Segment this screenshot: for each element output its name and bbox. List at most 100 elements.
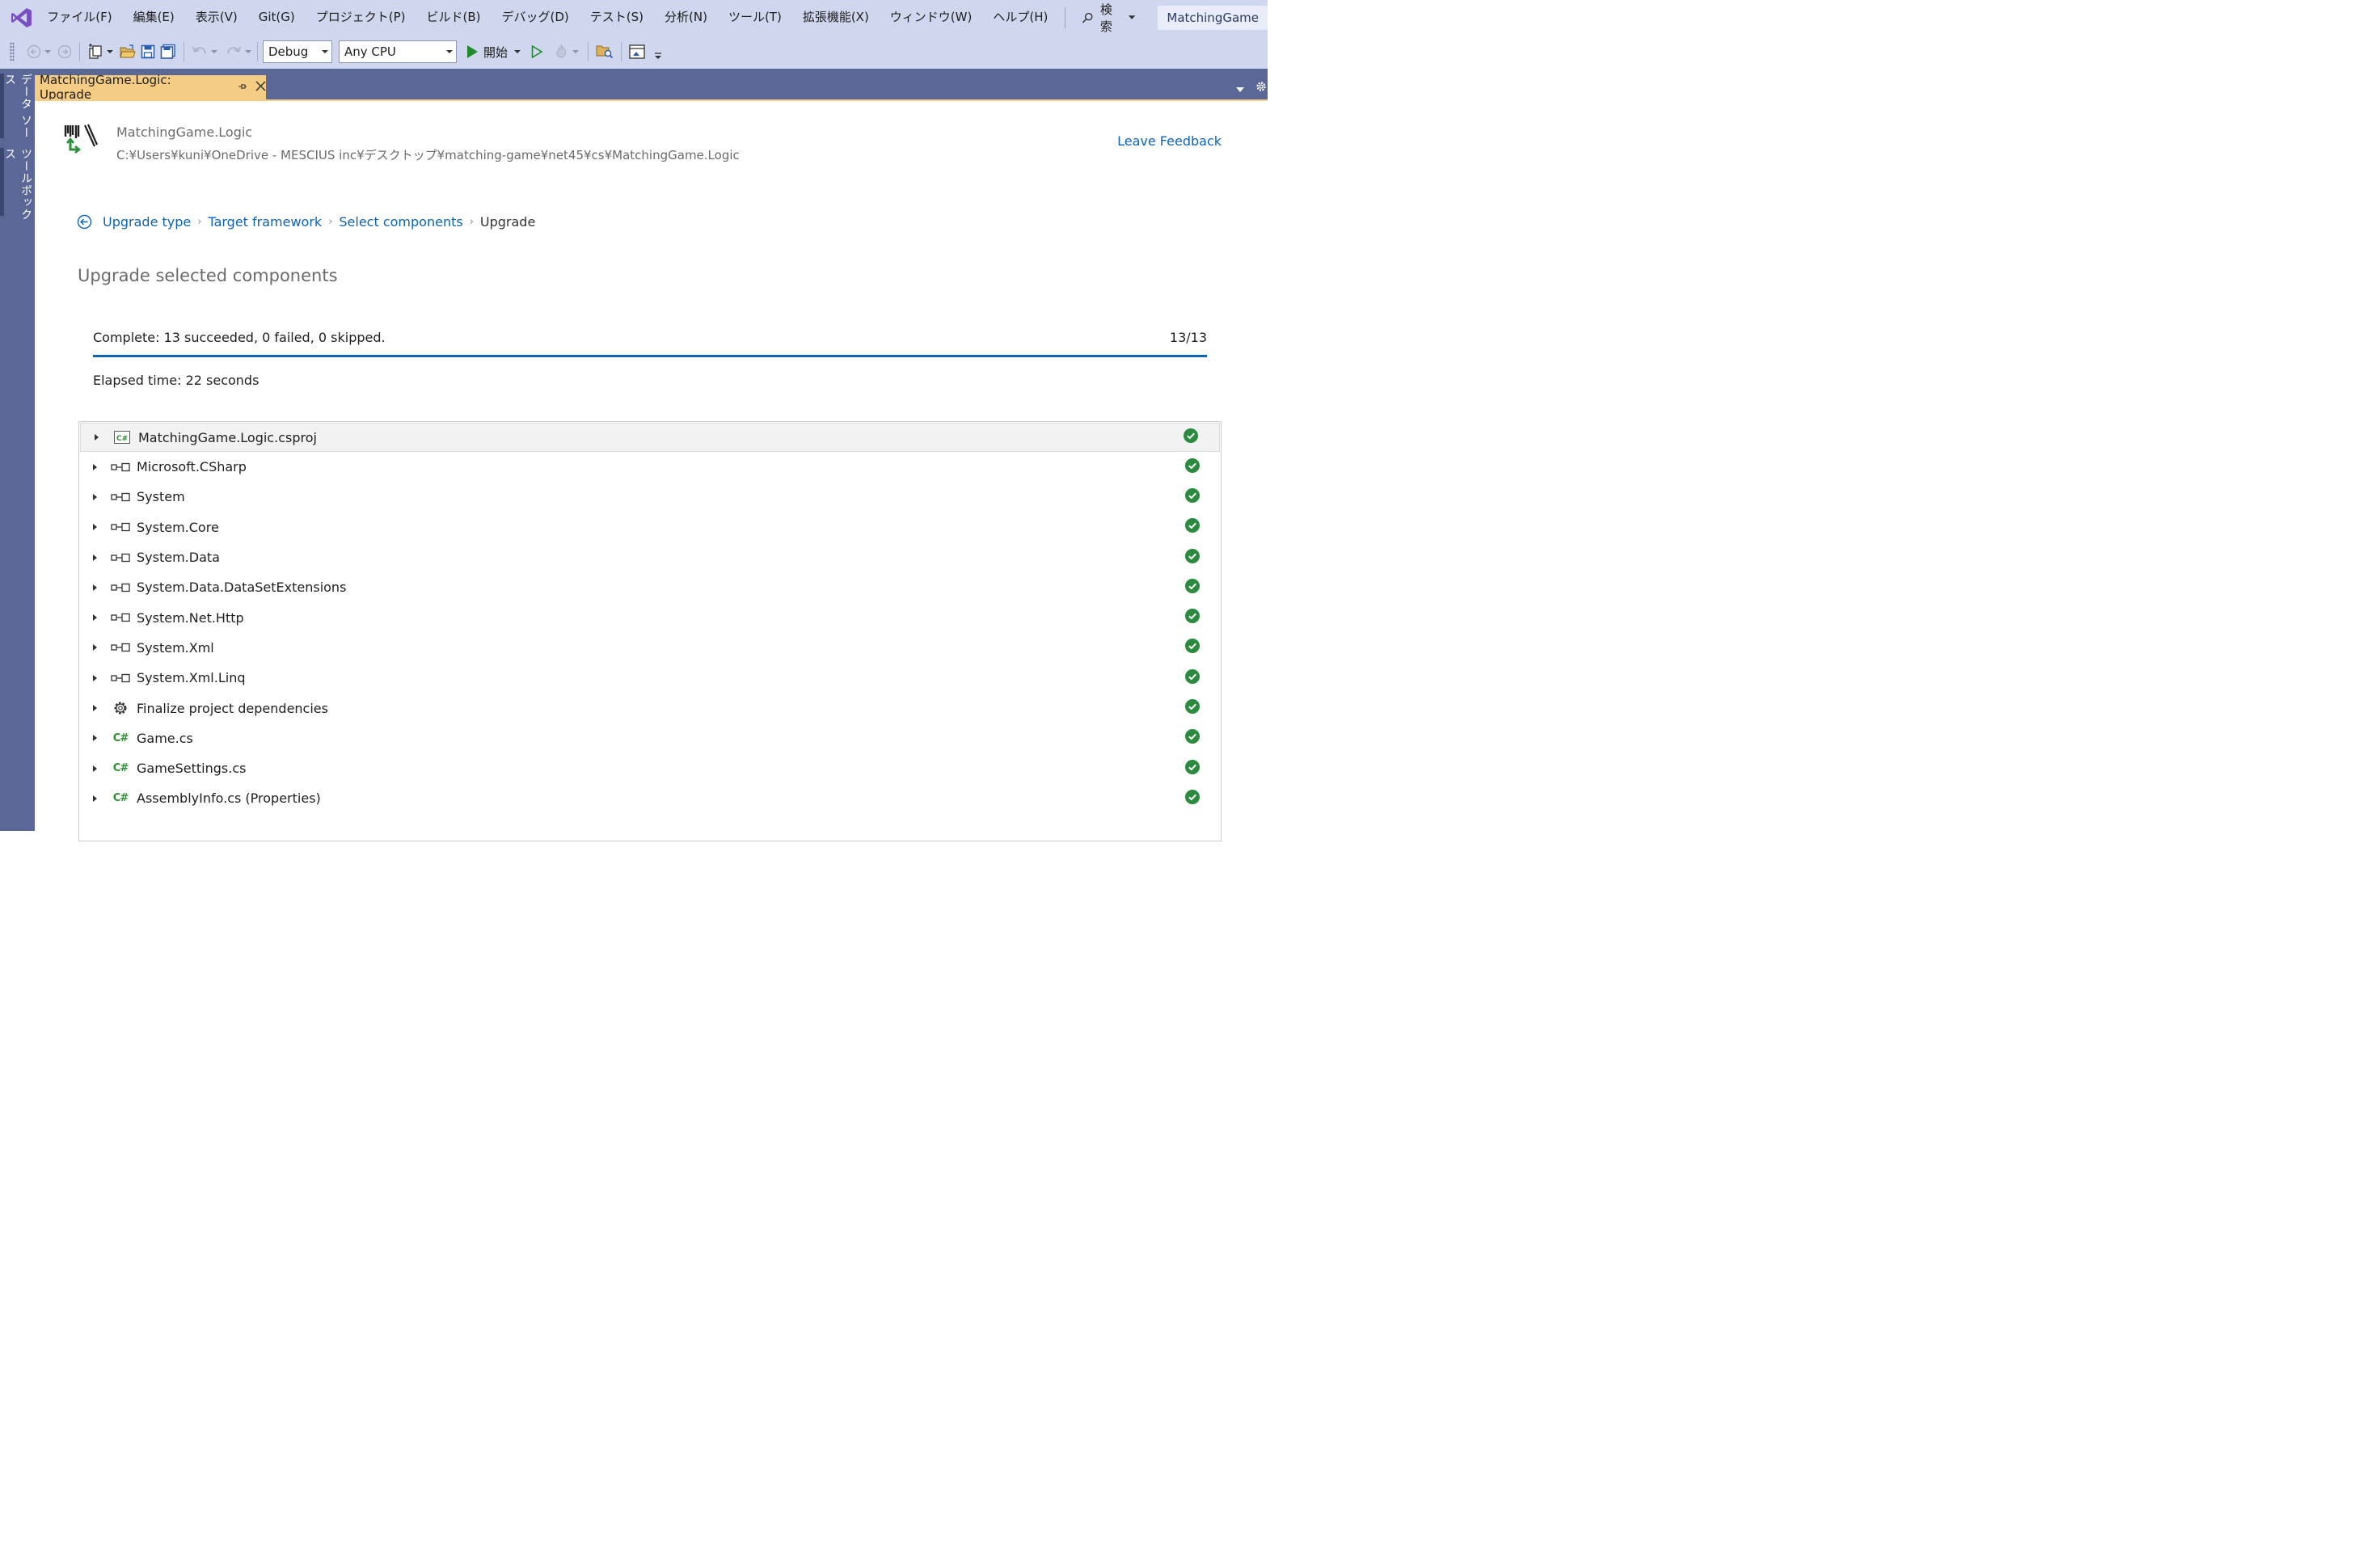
tree-row[interactable]: C# Game.cs [79,723,1221,753]
hot-reload-button[interactable] [551,40,572,64]
new-item-button[interactable] [85,40,106,64]
tree-row[interactable]: System.Xml.Linq [79,663,1221,693]
document-tab-upgrade[interactable]: MatchingGame.Logic: Upgrade [35,73,266,102]
expand-arrow-icon[interactable] [92,463,99,471]
tree-row[interactable]: Finalize project dependencies [79,693,1221,723]
start-debugging-button[interactable]: 開始 [463,40,510,64]
reference-icon [110,580,131,596]
expand-arrow-icon[interactable] [94,433,100,441]
expand-arrow-icon[interactable] [92,643,99,651]
redo-button[interactable] [223,40,244,64]
expand-arrow-icon[interactable] [92,493,99,501]
expand-arrow-icon[interactable] [92,613,99,622]
menu-item[interactable]: ヘルプ(H) [982,0,1058,35]
back-icon [27,44,41,59]
save-all-button[interactable] [158,40,179,64]
left-tool-window-strip: データ ソース ツールボックス [0,69,35,831]
toolbox-tab-label: ツールボックス [3,148,32,221]
new-item-dropdown[interactable] [106,49,114,54]
start-dropdown[interactable] [513,49,521,54]
data-sources-tab[interactable]: データ ソース [3,74,32,141]
toolbar-overflow-dropdown[interactable] [654,53,662,59]
menu-item[interactable]: 分析(N) [654,0,718,35]
menu-item[interactable]: 編集(E) [123,0,185,35]
hot-reload-dropdown[interactable] [572,49,580,54]
menu-item[interactable]: テスト(S) [580,0,654,35]
window-layout-button[interactable] [627,40,649,64]
tree-row[interactable]: Microsoft.CSharp [79,452,1221,482]
menu-separator [1065,6,1066,28]
tree-row[interactable]: System [79,482,1221,512]
menu-item[interactable]: ファイル(F) [36,0,122,35]
pin-tab-icon[interactable] [238,80,247,95]
expand-arrow-icon[interactable] [92,765,99,773]
redo-dropdown[interactable] [244,49,252,54]
success-check-icon [1185,668,1200,687]
menu-item[interactable]: Git(G) [248,0,306,35]
success-check-icon [1185,457,1200,476]
toolbox-tab[interactable]: ツールボックス [3,148,32,226]
project-path: C:¥Users¥kuni¥OneDrive - MESCIUS inc¥デスク… [116,148,740,162]
data-sources-tab-label: データ ソース [3,74,32,139]
success-check-icon [1184,428,1198,446]
csproj-icon: C# [112,429,133,445]
solution-platform-select[interactable]: Any CPU [339,40,457,63]
tree-row[interactable]: C# AssemblyInfo.cs (Properties) [79,783,1221,813]
expand-arrow-icon[interactable] [92,523,99,531]
expand-arrow-icon[interactable] [92,704,99,712]
folder-search-icon [596,45,614,59]
tab-list-dropdown-icon[interactable] [1235,81,1245,96]
menu-item[interactable]: プロジェクト(P) [306,0,416,35]
menu-item[interactable]: ビルド(B) [416,0,492,35]
overflow-chevron-icon [655,53,662,59]
svg-text:C#: C# [116,435,128,443]
expand-arrow-icon[interactable] [92,584,99,592]
find-in-files-button[interactable] [593,40,616,64]
expand-arrow-icon[interactable] [92,674,99,682]
menu-item[interactable]: デバッグ(D) [492,0,580,35]
tree-row-label: AssemblyInfo.cs (Properties) [137,791,321,807]
tree-row[interactable]: C# GameSettings.cs [79,753,1221,783]
tree-row[interactable]: System.Data [79,542,1221,572]
tree-row[interactable]: System.Xml [79,633,1221,663]
toolbar-grip[interactable] [10,42,15,61]
menu-item[interactable]: 拡張機能(X) [792,0,880,35]
expand-arrow-icon[interactable] [92,795,99,803]
navigate-forward-button[interactable] [55,40,74,64]
breadcrumb-upgrade-type[interactable]: Upgrade type [103,214,191,230]
open-file-button[interactable] [117,40,138,64]
reference-icon [110,609,131,626]
leave-feedback-link[interactable]: Leave Feedback [1117,133,1222,149]
save-button[interactable] [138,40,158,64]
forward-icon [57,44,72,59]
tree-row[interactable]: System.Core [79,512,1221,542]
menu-item[interactable]: ツール(T) [718,0,792,35]
solution-name-badge[interactable]: MatchingGame [1158,5,1268,30]
breadcrumb-select-components[interactable]: Select components [339,214,462,230]
search-button[interactable]: 検索 [1074,1,1143,35]
tree-row[interactable]: C# MatchingGame.Logic.csproj [80,423,1220,452]
back-dropdown[interactable] [44,49,52,54]
undo-button[interactable] [189,40,210,64]
menu-item[interactable]: 表示(V) [185,0,248,35]
search-label: 検索 [1099,2,1112,34]
back-circle-icon[interactable] [77,214,92,230]
expand-arrow-icon[interactable] [92,554,99,562]
tree-row-label: Microsoft.CSharp [137,459,247,475]
menu-item[interactable]: ウィンドウ(W) [880,0,983,35]
settings-gear-icon[interactable] [1255,80,1268,96]
completion-summary: Complete: 13 succeeded, 0 failed, 0 skip… [93,330,386,345]
start-without-debugging-button[interactable] [528,40,546,64]
tree-row-label: System.Data.DataSetExtensions [137,580,347,596]
solution-configuration-select[interactable]: Debug [263,40,332,63]
close-tab-icon[interactable] [255,80,266,95]
navigate-back-button[interactable] [24,40,44,64]
hot-reload-flame-icon [556,44,567,58]
visual-studio-logo-icon[interactable] [6,0,36,35]
reference-icon [110,519,131,535]
tree-row[interactable]: System.Net.Http [79,602,1221,632]
tree-row[interactable]: System.Data.DataSetExtensions [79,572,1221,602]
breadcrumb-target-framework[interactable]: Target framework [208,214,322,230]
expand-arrow-icon[interactable] [92,734,99,742]
undo-dropdown[interactable] [210,49,218,54]
